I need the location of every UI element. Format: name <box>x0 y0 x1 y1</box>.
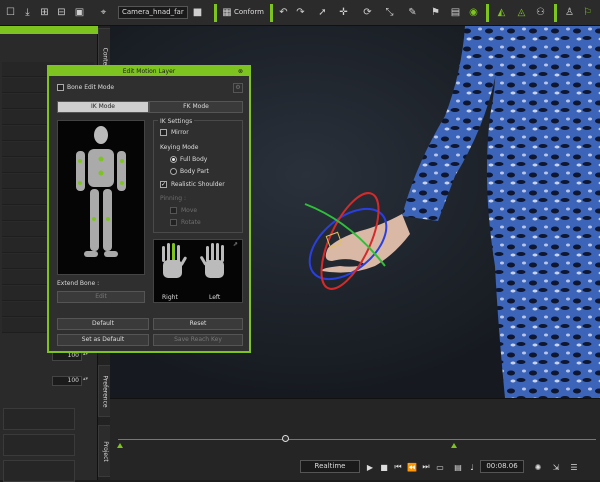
realtime-select[interactable]: Realtime <box>300 460 360 473</box>
mirror-label: Mirror <box>171 129 189 136</box>
toolbar-separator <box>554 4 557 22</box>
grid-icon[interactable]: ⊟ <box>54 5 69 20</box>
chart-icon[interactable]: ▤ <box>448 5 463 20</box>
full-body-radio[interactable] <box>170 156 177 163</box>
dialog-title[interactable]: Edit Motion Layer <box>49 67 249 76</box>
person-icon[interactable]: ♙ <box>562 5 577 20</box>
flag-icon[interactable]: ⚑ <box>428 5 443 20</box>
full-body-label: Full Body <box>180 156 208 163</box>
tab-fk-mode[interactable]: FK Mode <box>149 101 243 113</box>
default-button[interactable]: Default <box>57 318 149 330</box>
settings-icon[interactable]: ✺ <box>532 461 544 473</box>
camera-zoom-icon[interactable]: ⌖ <box>96 5 111 20</box>
group-icon[interactable]: ⚇ <box>533 5 548 20</box>
conform-icon[interactable]: ▦ <box>222 5 232 20</box>
camera-icon[interactable]: ■ <box>190 5 205 20</box>
toolbar-separator <box>270 4 273 22</box>
timeline-scrubber[interactable] <box>282 435 290 442</box>
bone-ik-icon[interactable]: ◭ <box>494 5 509 20</box>
set-as-default-button[interactable]: Set as Default <box>57 334 149 346</box>
toolbar-separator <box>486 4 489 22</box>
left-panel-header <box>0 26 98 34</box>
realistic-shoulder-checkbox[interactable]: ✓ <box>160 181 167 188</box>
music-icon[interactable]: ♩ <box>466 461 478 473</box>
pin-rotate-checkbox[interactable] <box>170 219 177 226</box>
hand-right-label: Right <box>162 294 178 301</box>
panel-box[interactable] <box>3 408 75 430</box>
camera-select[interactable]: Camera_hnad_far <box>118 6 188 19</box>
reset-button[interactable]: Reset <box>153 318 243 330</box>
redo-icon[interactable]: ↷ <box>293 5 308 20</box>
subtitle-icon[interactable]: ▤ <box>452 461 464 473</box>
paint-icon[interactable]: ✎ <box>405 5 420 20</box>
hand-left-label: Left <box>209 294 221 301</box>
body-part-label: Body Part <box>180 168 209 175</box>
pin-move-label: Move <box>181 207 198 214</box>
edit-button[interactable]: Edit <box>57 291 145 303</box>
previous-frame-icon[interactable]: ⏮ <box>392 461 404 473</box>
keying-mode-label: Keying Mode <box>160 144 199 151</box>
tab-project-label: Project <box>101 440 109 462</box>
eye-icon[interactable]: ◉ <box>466 5 481 20</box>
mirror-checkbox[interactable] <box>160 129 167 136</box>
bone-edit-mode-label: Bone Edit Mode <box>67 84 115 91</box>
pin-move-checkbox[interactable] <box>170 207 177 214</box>
bone-edit-mode-checkbox[interactable] <box>57 84 64 91</box>
pin-rotate-label: Rotate <box>181 219 201 226</box>
move-icon[interactable]: ✛ <box>336 5 351 20</box>
rotate-icon[interactable]: ⟳ <box>360 5 375 20</box>
body-figure-panel[interactable] <box>57 120 145 275</box>
play-icon[interactable]: ▶ <box>364 461 376 473</box>
realistic-shoulder-label: Realistic Shoulder <box>171 181 225 188</box>
undo-icon[interactable]: ↶ <box>276 5 291 20</box>
ik-settings-group <box>153 120 243 233</box>
tab-preference-label: Preference <box>101 374 109 408</box>
main-toolbar: ☐ ⤓ ⊞ ⊟ ▣ ⌖ Camera_hnad_far ■ ▦ Conform … <box>0 0 600 26</box>
ik-settings-title: IK Settings <box>158 118 195 125</box>
scene-icon[interactable]: ▣ <box>72 5 87 20</box>
close-icon[interactable]: ⊗ <box>238 68 245 75</box>
expand-icon[interactable]: ⇲ <box>550 461 562 473</box>
flag2-icon[interactable]: ⚐ <box>580 5 595 20</box>
spin-field-2[interactable]: 100 <box>52 376 82 386</box>
pinning-label: Pinning : <box>160 195 186 202</box>
new-icon[interactable]: ☐ <box>3 5 18 20</box>
loop-icon[interactable]: ▭ <box>434 461 446 473</box>
range-start-marker[interactable] <box>117 443 123 448</box>
panel-box[interactable] <box>3 434 75 456</box>
spin-arrows-icon[interactable]: ▴▾ <box>83 376 91 386</box>
panel-box[interactable] <box>3 460 75 482</box>
range-end-marker[interactable] <box>451 443 457 448</box>
hand-settings-icon[interactable]: ⇗ <box>233 241 240 248</box>
edit-motion-layer-dialog: Edit Motion Layer ⊗ Bone Edit Mode ⚙ IK … <box>47 65 251 353</box>
next-frame-icon[interactable]: ⏭ <box>420 461 432 473</box>
extend-bone-label: Extend Bone : <box>57 280 100 287</box>
hands-icon <box>162 243 224 278</box>
save-icon[interactable]: ⤓ <box>20 5 35 20</box>
arm-sleeve <box>402 26 502 221</box>
pin-icon[interactable]: ◬ <box>514 5 529 20</box>
menu-icon[interactable]: ☰ <box>568 461 580 473</box>
stop-icon[interactable]: ■ <box>378 461 390 473</box>
dress-body <box>486 26 600 398</box>
select-icon[interactable]: ➚ <box>315 5 330 20</box>
scale-icon[interactable]: ⤡ <box>382 5 397 20</box>
toolbar-separator <box>214 4 217 22</box>
body-part-radio[interactable] <box>170 168 177 175</box>
time-display[interactable]: 00:08.06 <box>480 460 524 473</box>
body-figure-icon <box>76 126 126 257</box>
fit-icon[interactable]: ⊞ <box>37 5 52 20</box>
rewind-icon[interactable]: ⏪ <box>406 461 418 473</box>
tab-ik-mode[interactable]: IK Mode <box>57 101 149 113</box>
options-icon[interactable]: ⚙ <box>233 83 243 93</box>
timeline-track[interactable] <box>118 439 596 440</box>
save-reach-key-button[interactable]: Save Reach Key <box>153 334 243 346</box>
